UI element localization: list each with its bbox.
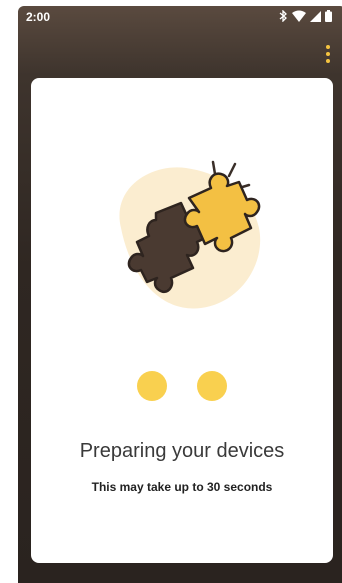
status-icons bbox=[279, 9, 332, 23]
status-time: 2:00 bbox=[26, 10, 51, 24]
loading-dot bbox=[137, 371, 167, 401]
more-vert-icon bbox=[326, 45, 330, 63]
setup-card: Preparing your devices This may take up … bbox=[31, 78, 333, 563]
bluetooth-icon bbox=[279, 10, 287, 22]
page-title: Preparing your devices bbox=[79, 440, 285, 462]
more-options-button[interactable] bbox=[320, 42, 336, 64]
battery-icon bbox=[325, 10, 332, 22]
cell-signal-icon bbox=[310, 10, 321, 22]
puzzle-pieces-icon bbox=[119, 160, 261, 309]
loading-indicator bbox=[31, 371, 333, 401]
wifi-icon bbox=[292, 10, 306, 22]
status-bar: 2:00 bbox=[18, 6, 342, 28]
phone-screen: 2:00 Preparing your devices This may tak… bbox=[18, 6, 342, 583]
loading-dot bbox=[197, 371, 227, 401]
page-subtitle: This may take up to 30 seconds bbox=[91, 480, 273, 494]
